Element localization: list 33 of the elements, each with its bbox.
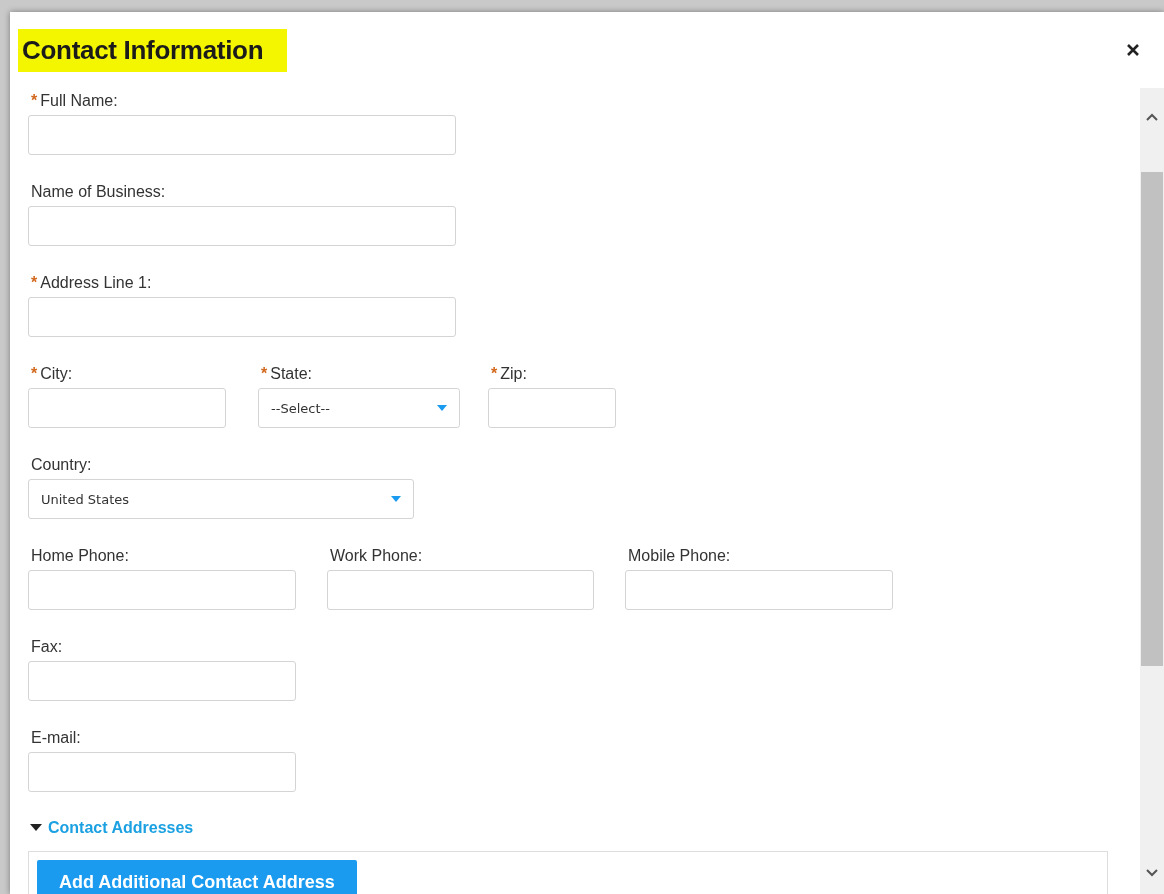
field-label: Name of Business: xyxy=(31,182,167,202)
field-label: * Address Line 1: xyxy=(31,273,153,293)
field-label: Work Phone: xyxy=(330,546,424,566)
scroll-up-icon[interactable] xyxy=(1145,112,1159,122)
dropdown[interactable]: United States xyxy=(28,479,414,519)
input-field[interactable] xyxy=(28,752,296,792)
close-icon[interactable] xyxy=(1126,43,1140,57)
dropdown[interactable]: --Select-- xyxy=(258,388,460,428)
caret-icon xyxy=(391,496,401,502)
field-label: Home Phone: xyxy=(31,546,130,566)
caret-icon xyxy=(437,405,447,411)
input-field[interactable] xyxy=(625,570,893,610)
input-field[interactable] xyxy=(28,297,456,337)
field-label: Fax: xyxy=(31,637,64,657)
field-label: * State: xyxy=(261,364,314,384)
field-label: E-mail: xyxy=(31,728,82,748)
field-label: * Full Name: xyxy=(31,91,119,111)
caret-down-icon xyxy=(30,824,42,832)
input-field[interactable] xyxy=(28,388,226,428)
field-label: Country: xyxy=(31,455,93,475)
scroll-down-icon[interactable] xyxy=(1145,868,1159,878)
input-field[interactable] xyxy=(28,206,456,246)
field-label: Mobile Phone: xyxy=(628,546,732,566)
field-label: * Zip: xyxy=(491,364,528,384)
input-field[interactable] xyxy=(28,115,456,155)
dialog-title: Contact Information xyxy=(18,28,288,72)
input-field[interactable] xyxy=(327,570,594,610)
input-field[interactable] xyxy=(28,570,296,610)
scrollbar-thumb[interactable] xyxy=(1141,172,1163,666)
scrollbar[interactable] xyxy=(1140,88,1164,894)
input-field[interactable] xyxy=(28,661,296,701)
field-label: * City: xyxy=(31,364,74,384)
input-field[interactable] xyxy=(488,388,616,428)
